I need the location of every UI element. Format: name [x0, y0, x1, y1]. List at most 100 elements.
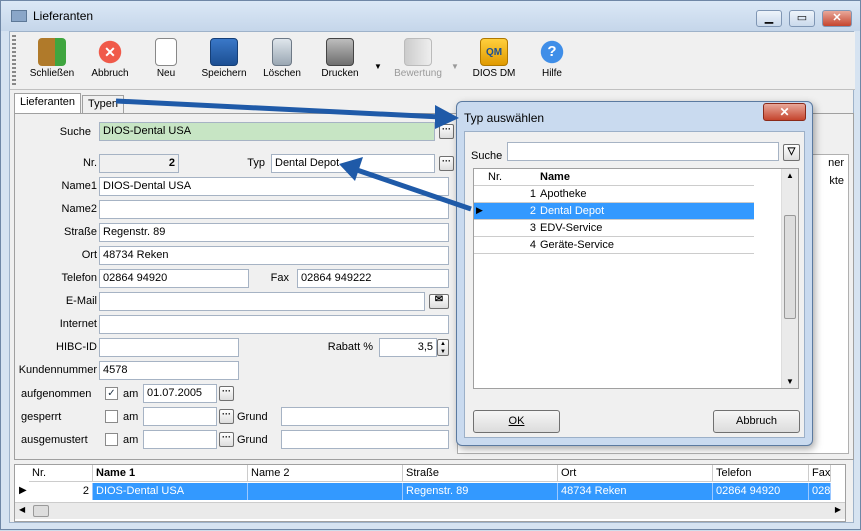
list-scroll-thumb[interactable]: [784, 215, 796, 319]
fax-field[interactable]: 02864 949222: [297, 269, 449, 288]
list-item-nr: 3: [529, 222, 536, 234]
grid-cell-ort[interactable]: 48734 Reken: [558, 483, 713, 500]
grid-horizontal-scrollbar[interactable]: ◀ ▶: [15, 502, 845, 519]
grid-cell-nr[interactable]: 2: [29, 483, 93, 500]
grid-header-nr[interactable]: Nr.: [29, 465, 93, 482]
grid-cell-name2[interactable]: [248, 483, 403, 500]
maximize-button[interactable]: ▭: [789, 10, 815, 27]
bewertung-dropdown-icon: ▼: [451, 62, 459, 71]
dialog-close-button[interactable]: ✕: [763, 103, 806, 121]
neu-button[interactable]: Neu: [136, 38, 196, 79]
email-label: E-Mail: [65, 295, 97, 307]
loeschen-button[interactable]: Löschen: [252, 38, 312, 79]
ok-button[interactable]: OK: [473, 410, 560, 433]
grid-header-telefon[interactable]: Telefon: [713, 465, 809, 482]
aufgenommen-date-field[interactable]: 01.07.2005: [143, 384, 217, 403]
aufgenommen-am-label: am: [123, 388, 139, 400]
suche-field[interactable]: DIOS-Dental USA: [99, 122, 435, 141]
grid-header-ort[interactable]: Ort: [558, 465, 713, 482]
drucken-label: Drucken: [321, 68, 359, 79]
suche-lookup-button[interactable]: ···: [439, 124, 454, 139]
schliessen-button[interactable]: Schließen: [22, 38, 82, 79]
telefon-field[interactable]: 02864 94920: [99, 269, 249, 288]
email-field[interactable]: [99, 292, 425, 311]
ausgemustert-date-picker[interactable]: ···: [219, 432, 234, 447]
list-vertical-scrollbar[interactable]: ▲ ▼: [781, 169, 798, 388]
tab-lieferanten[interactable]: Lieferanten: [14, 93, 82, 114]
drucken-dropdown-icon[interactable]: ▼: [374, 62, 382, 71]
nr-label: Nr.: [82, 157, 97, 169]
internet-label: Internet: [59, 318, 97, 330]
rabatt-spinner[interactable]: ▲ ▼: [437, 339, 449, 356]
tab-typen[interactable]: Typen: [82, 95, 124, 114]
ausgemustert-checkbox[interactable]: [105, 433, 118, 446]
aufgenommen-checkbox[interactable]: ✓: [105, 387, 118, 400]
name2-label: Name2: [61, 203, 97, 215]
dialog-suche-field[interactable]: [507, 142, 779, 161]
scroll-right-icon[interactable]: ▶: [835, 505, 841, 514]
exit-door-icon: [38, 38, 66, 66]
loeschen-label: Löschen: [263, 68, 301, 79]
list-header-name[interactable]: Name: [540, 171, 570, 183]
list-item-nr: 4: [529, 239, 536, 251]
grid-header-name2[interactable]: Name 2: [248, 465, 403, 482]
close-button[interactable]: ✕: [822, 10, 852, 27]
scroll-thumb[interactable]: [33, 505, 49, 517]
grid-cell-telefon[interactable]: 02864 94920: [713, 483, 809, 500]
kundennummer-field[interactable]: 4578: [99, 361, 239, 380]
dios-dm-button[interactable]: QM DIOS DM: [464, 38, 524, 79]
toolbar-grip[interactable]: [12, 35, 16, 87]
ausgemustert-date-field[interactable]: [143, 430, 217, 449]
gesperrt-grund-field[interactable]: [281, 407, 449, 426]
list-item-name: Apotheke: [540, 188, 587, 200]
scroll-up-icon[interactable]: ▲: [786, 171, 794, 180]
rabatt-label: Rabatt %: [327, 341, 373, 353]
gesperrt-checkbox[interactable]: [105, 410, 118, 423]
abbruch-button[interactable]: ✕ Abbruch: [80, 38, 140, 79]
drucken-button[interactable]: Drucken: [310, 38, 370, 79]
list-header-nr[interactable]: Nr.: [488, 171, 502, 183]
gesperrt-grund-label: Grund: [237, 411, 268, 423]
grid-header-fax[interactable]: Fax: [809, 465, 831, 482]
grid-cell-name1[interactable]: DIOS-Dental USA: [93, 483, 248, 500]
dialog-title: Typ auswählen: [464, 111, 545, 125]
side-tab-fragment-1[interactable]: ner: [828, 157, 844, 169]
scroll-down-icon[interactable]: ▼: [786, 377, 794, 386]
send-mail-icon[interactable]: ✉: [429, 294, 449, 309]
gesperrt-date-picker[interactable]: ···: [219, 409, 234, 424]
minimize-button[interactable]: ▁: [756, 10, 782, 27]
grid-header-name1[interactable]: Name 1: [93, 465, 248, 482]
row-indicator-icon: ▶: [19, 485, 27, 496]
list-item[interactable]: 1 Apotheke: [474, 186, 754, 203]
suche-label: Suche: [59, 126, 91, 138]
aufgenommen-date-picker[interactable]: ···: [219, 386, 234, 401]
scroll-left-icon[interactable]: ◀: [19, 505, 25, 514]
grid-cell-fax[interactable]: 028: [809, 483, 831, 500]
ausgemustert-grund-field[interactable]: [281, 430, 449, 449]
dios-dm-label: DIOS DM: [472, 68, 516, 79]
typ-auswaehlen-dialog: Typ auswählen ✕ Suche ▽ Nr. Name 1 Apoth…: [456, 101, 813, 446]
dialog-abbruch-button[interactable]: Abbruch: [713, 410, 800, 433]
speichern-button[interactable]: Speichern: [194, 38, 254, 79]
list-item-selected[interactable]: ▶ 2 Dental Depot: [474, 203, 754, 220]
grid-header-strasse[interactable]: Straße: [403, 465, 558, 482]
grid-cell-strasse[interactable]: Regenstr. 89: [403, 483, 558, 500]
hilfe-button[interactable]: ? Hilfe: [522, 38, 582, 79]
title-bar[interactable]: Lieferanten ▁ ▭ ✕: [1, 1, 860, 31]
internet-field[interactable]: [99, 315, 449, 334]
name1-field[interactable]: DIOS-Dental USA: [99, 177, 449, 196]
rabatt-field[interactable]: 3,5: [379, 338, 437, 357]
list-item[interactable]: 3 EDV-Service: [474, 220, 754, 237]
hibc-field[interactable]: [99, 338, 239, 357]
typ-lookup-button[interactable]: ···: [439, 156, 454, 171]
side-tab-fragment-2[interactable]: kte: [829, 175, 844, 187]
strasse-field[interactable]: Regenstr. 89: [99, 223, 449, 242]
name2-field[interactable]: [99, 200, 449, 219]
gesperrt-date-field[interactable]: [143, 407, 217, 426]
rating-icon: [404, 38, 432, 66]
filter-icon[interactable]: ▽: [783, 144, 800, 161]
ort-field[interactable]: 48734 Reken: [99, 246, 449, 265]
abbruch-label: Abbruch: [91, 68, 129, 79]
typ-field[interactable]: Dental Depot: [271, 154, 435, 173]
list-item[interactable]: 4 Geräte-Service: [474, 237, 754, 254]
